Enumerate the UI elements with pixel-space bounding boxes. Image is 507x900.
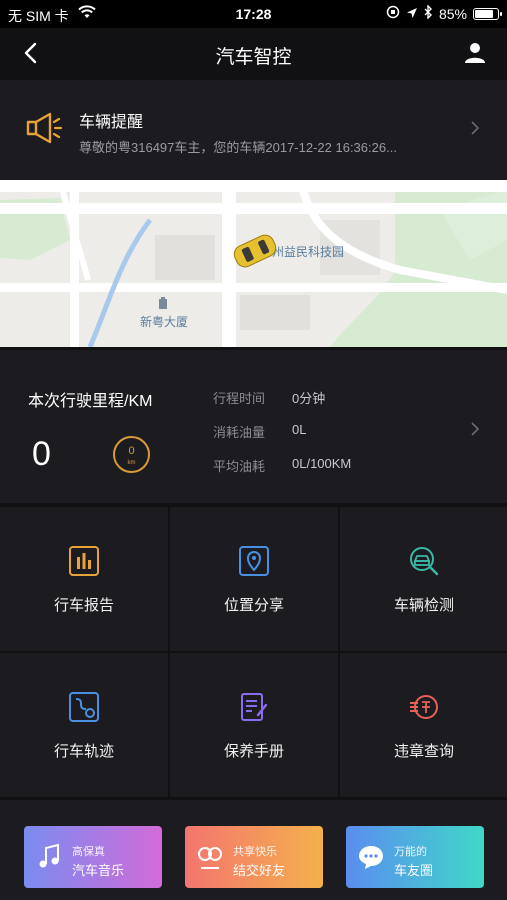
location-share-icon	[238, 545, 270, 577]
map-poi-label: 州益民科技园	[272, 245, 345, 259]
feature-label: 车辆检测	[393, 597, 454, 614]
driving-report-button[interactable]: 行车报告	[0, 507, 168, 651]
feature-grid: 行车报告 位置分享 车辆检测 行车轨迹 保养手册 违章查询	[0, 507, 507, 797]
promo-title: 汽车音乐	[72, 863, 125, 878]
friends-icon	[195, 842, 225, 872]
maintenance-manual-button[interactable]: 保养手册	[170, 653, 338, 797]
orientation-lock-icon	[386, 5, 400, 22]
driving-track-button[interactable]: 行车轨迹	[0, 653, 168, 797]
feature-label: 违章查询	[393, 743, 454, 760]
promo-tagline: 万能的	[394, 846, 427, 858]
route-track-icon	[68, 691, 100, 723]
violation-query-button[interactable]: 违章查询	[340, 653, 507, 797]
reminder-title: 车辆提醒	[79, 114, 144, 131]
car-music-banner[interactable]: 高保真 汽车音乐	[24, 826, 162, 888]
music-icon	[34, 842, 64, 872]
promo-title: 结交好友	[233, 863, 286, 878]
megaphone-icon	[24, 108, 64, 148]
nav-bar: 汽车智控	[0, 28, 507, 78]
gauge-unit: km	[127, 460, 136, 466]
avg-consumption-label: 平均油耗	[213, 459, 266, 474]
page-title: 汽车智控	[215, 47, 292, 68]
trip-time-value: 0分钟	[292, 391, 326, 406]
location-arrow-icon	[406, 6, 418, 22]
chevron-right-icon	[469, 420, 481, 438]
car-friends-circle-banner[interactable]: 万能的 车友圈	[346, 826, 484, 888]
vehicle-location-map[interactable]: 州益民科技园 新粤大厦	[0, 180, 507, 347]
promo-banner-row: 高保真 汽车音乐 共享快乐 结交好友 万能的 车友圈	[0, 800, 507, 900]
avg-consumption-value: 0L/100KM	[292, 456, 352, 471]
vehicle-inspection-button[interactable]: 车辆检测	[340, 507, 507, 651]
maintenance-manual-icon	[238, 691, 270, 723]
trip-summary-panel[interactable]: 本次行驶里程/KM 0 0 km 行程时间 0分钟 消耗油量 0L 平均油耗 0…	[0, 350, 507, 503]
violation-query-icon	[408, 691, 440, 723]
trip-time-label: 行程时间	[213, 391, 266, 406]
feature-label: 保养手册	[223, 743, 284, 760]
feature-label: 行车报告	[53, 597, 114, 614]
feature-label: 位置分享	[223, 597, 284, 614]
promo-tagline: 高保真	[72, 846, 105, 858]
make-friends-banner[interactable]: 共享快乐 结交好友	[185, 826, 323, 888]
promo-title: 车友圈	[394, 863, 434, 878]
trip-mileage-title: 本次行驶里程/KM	[28, 393, 153, 410]
vehicle-reminder-row[interactable]: 车辆提醒 尊敬的粤316497车主，您的车辆2017-12-22 16:36:2…	[0, 80, 507, 180]
user-profile-icon[interactable]	[463, 41, 487, 65]
status-bar: 无 SIM 卡 17:28 85%	[0, 0, 507, 28]
chat-bubble-icon	[356, 842, 386, 872]
bluetooth-icon	[424, 4, 433, 22]
battery-percent: 85%	[438, 5, 467, 22]
fuel-used-label: 消耗油量	[213, 425, 266, 440]
reminder-message: 尊敬的粤316497车主，您的车辆2017-12-22 16:36:26...	[79, 140, 397, 155]
location-share-button[interactable]: 位置分享	[170, 507, 338, 651]
battery-icon	[473, 7, 502, 20]
promo-tagline: 共享快乐	[233, 846, 277, 858]
report-chart-icon	[68, 545, 100, 577]
fuel-used-value: 0L	[292, 422, 307, 437]
car-inspection-icon	[408, 545, 440, 577]
map-poi-label: 新粤大厦	[140, 315, 189, 329]
chevron-right-icon	[469, 119, 481, 137]
speed-gauge-icon: 0 km	[113, 436, 150, 473]
trip-mileage-value: 0	[32, 435, 51, 473]
feature-label: 行车轨迹	[53, 743, 114, 760]
